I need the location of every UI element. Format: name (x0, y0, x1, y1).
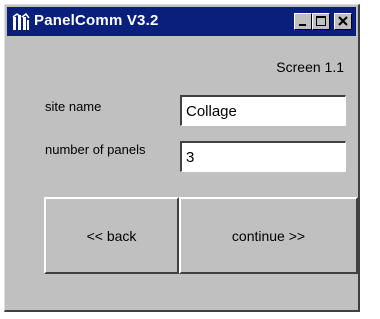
close-button[interactable] (334, 13, 352, 30)
app-window: PanelComm V3.2 Screen 1.1 site name numb… (4, 4, 360, 312)
panelcomm-logo-icon (12, 13, 30, 30)
window-title: PanelComm V3.2 (34, 12, 159, 29)
minimize-button[interactable] (294, 13, 312, 30)
back-button[interactable]: << back (44, 197, 179, 274)
site-name-input[interactable] (180, 95, 346, 126)
number-of-panels-label: number of panels (45, 142, 146, 157)
maximize-icon (316, 16, 326, 26)
screen-label: Screen 1.1 (276, 59, 344, 75)
continue-button[interactable]: continue >> (179, 197, 358, 274)
title-bar[interactable]: PanelComm V3.2 (7, 7, 356, 36)
site-name-label: site name (45, 99, 102, 114)
minimize-icon (299, 24, 306, 26)
number-of-panels-input[interactable] (180, 141, 346, 172)
close-icon (338, 16, 348, 26)
maximize-button[interactable] (312, 13, 330, 30)
